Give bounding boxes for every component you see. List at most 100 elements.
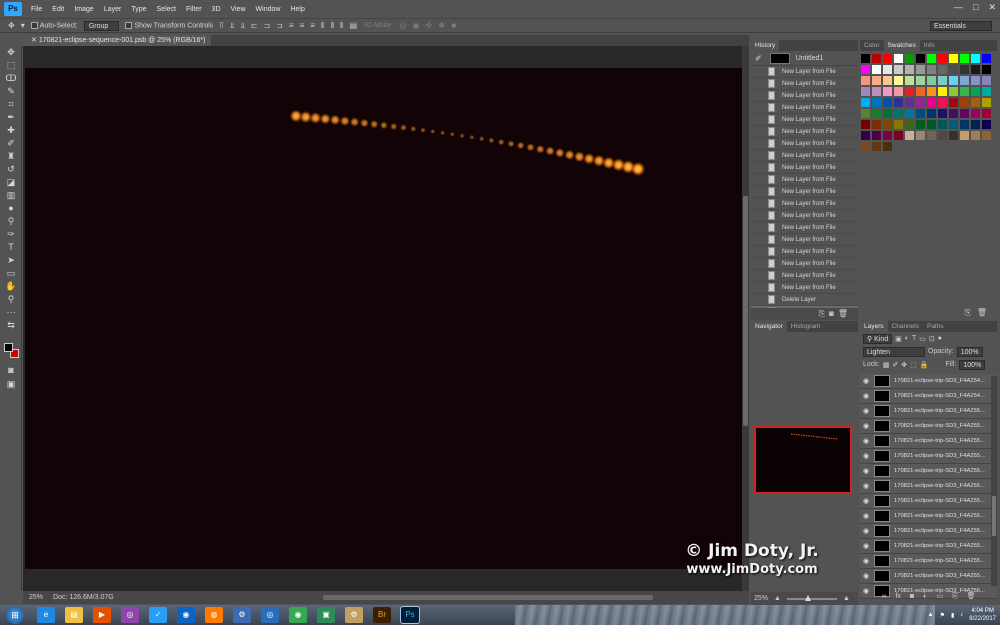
layers-scrollbar[interactable] [991, 376, 997, 586]
dodge-tool-icon[interactable]: ⚲ [0, 215, 22, 228]
color-swatch[interactable] [861, 76, 870, 85]
tab-histogram[interactable]: Histogram [787, 321, 825, 332]
menu-filter[interactable]: Filter [181, 6, 207, 13]
distribute-hcenter-icon[interactable]: ⦀ [331, 21, 335, 31]
document-canvas[interactable] [25, 68, 742, 569]
close-tab-icon[interactable]: ✕ [31, 37, 37, 44]
pen-tool-icon[interactable]: ✑ [0, 228, 22, 241]
history-state-checkbox[interactable] [754, 127, 762, 136]
layer-row[interactable]: ◉ 170821-eclipse-trip-SD3_F4A255... [860, 449, 997, 464]
trash-icon[interactable]: 🗑 [838, 309, 852, 318]
history-item[interactable]: New Layer from File [751, 90, 858, 102]
color-swatch[interactable] [949, 120, 958, 129]
color-swatch[interactable] [872, 109, 881, 118]
color-swatch[interactable] [982, 131, 991, 140]
screen-mode-icon[interactable]: ▣ [0, 378, 22, 391]
3d-drag-icon[interactable]: ✣ [425, 21, 432, 30]
vertical-scrollbar[interactable] [742, 46, 749, 591]
lock-transparency-icon[interactable]: ▦ [883, 361, 890, 369]
distribute-left-icon[interactable]: ⦀ [321, 21, 325, 31]
history-item[interactable]: Delete Layer [751, 294, 858, 306]
blend-mode-dropdown[interactable]: Lighten [863, 346, 925, 357]
filter-toggle-icon[interactable]: ● [938, 335, 942, 342]
move-tool-icon[interactable]: ✥ [0, 46, 22, 59]
close-button[interactable]: ✕ [988, 2, 996, 13]
color-swatch[interactable] [905, 131, 914, 140]
color-swatch[interactable] [960, 65, 969, 74]
menu-window[interactable]: Window [251, 6, 286, 13]
history-state-checkbox[interactable] [754, 271, 762, 280]
color-swatch[interactable] [982, 65, 991, 74]
tab-color[interactable]: Color [860, 40, 884, 51]
color-swatch[interactable] [938, 98, 947, 107]
taskbar-app-ie-icon[interactable]: e [37, 607, 55, 623]
color-swatch[interactable] [982, 76, 991, 85]
history-item[interactable]: New Layer from File [751, 102, 858, 114]
color-swatch[interactable] [960, 87, 969, 96]
3d-scale-icon[interactable]: ■ [451, 21, 456, 30]
taskbar-app-settings-icon[interactable]: ⚙ [345, 607, 363, 623]
layer-row[interactable]: ◉ 170821-eclipse-trip-SD3_F4A255... [860, 419, 997, 434]
zoom-in-icon[interactable]: ▲ [843, 595, 850, 602]
layer-row[interactable]: ◉ 170821-eclipse-trip-SD3_F4A255... [860, 539, 997, 554]
color-swatch[interactable] [872, 142, 881, 151]
history-state-checkbox[interactable] [754, 175, 762, 184]
history-brush-icon[interactable]: ↺ [0, 163, 22, 176]
color-swatch[interactable] [938, 65, 947, 74]
history-item[interactable]: New Layer from File [751, 246, 858, 258]
color-swatch[interactable] [861, 120, 870, 129]
color-swatch[interactable] [960, 109, 969, 118]
color-swatch[interactable] [938, 109, 947, 118]
color-swatch[interactable] [905, 98, 914, 107]
visibility-eye-icon[interactable]: ◉ [860, 482, 872, 490]
color-swatch[interactable] [872, 131, 881, 140]
color-swatch[interactable] [971, 98, 980, 107]
marquee-tool-icon[interactable]: ⬚ [0, 59, 22, 72]
clone-stamp-icon[interactable]: ♜ [0, 150, 22, 163]
color-swatch[interactable] [971, 109, 980, 118]
healing-brush-icon[interactable]: ✚ [0, 124, 22, 137]
brush-tool-icon[interactable]: ✐ [0, 137, 22, 150]
layer-row[interactable]: ◉ 170821-eclipse-trip-SD3_F4A254... [860, 374, 997, 389]
tab-layers[interactable]: Layers [860, 321, 888, 332]
opacity-field[interactable]: 100% [956, 346, 983, 357]
color-swatch[interactable] [883, 87, 892, 96]
color-swatch[interactable] [938, 87, 947, 96]
history-item[interactable]: New Layer from File [751, 210, 858, 222]
visibility-eye-icon[interactable]: ◉ [860, 437, 872, 445]
visibility-eye-icon[interactable]: ◉ [860, 512, 872, 520]
eraser-tool-icon[interactable]: ◪ [0, 176, 22, 189]
move-tool-icon[interactable]: ✥ [8, 21, 15, 30]
hand-tool-icon[interactable]: ✋ [0, 280, 22, 293]
history-state-checkbox[interactable] [754, 199, 762, 208]
layer-row[interactable]: ◉ 170821-eclipse-trip-SD3_F4A255... [860, 479, 997, 494]
transform-checkbox[interactable] [125, 21, 133, 29]
history-state-checkbox[interactable] [754, 163, 762, 172]
taskbar-app-monitor-icon[interactable]: ▣ [317, 607, 335, 623]
color-swatch[interactable] [905, 76, 914, 85]
more-tools-icon[interactable]: ⋯ [0, 306, 22, 319]
layer-row[interactable]: ◉ 170821-eclipse-trip-SD3_F4A255... [860, 404, 997, 419]
color-swatch[interactable] [927, 76, 936, 85]
visibility-eye-icon[interactable]: ◉ [860, 377, 872, 385]
zoom-slider[interactable] [786, 594, 837, 601]
history-state-checkbox[interactable] [754, 247, 762, 256]
zoom-tool-icon[interactable]: ⚲ [0, 293, 22, 306]
color-swatch[interactable] [905, 65, 914, 74]
history-item[interactable]: New Layer from File [751, 114, 858, 126]
history-state-checkbox[interactable] [754, 91, 762, 100]
history-state-checkbox[interactable] [754, 295, 762, 304]
color-swatch[interactable] [894, 98, 903, 107]
zoom-out-icon[interactable]: ▲ [774, 595, 781, 602]
volume-icon[interactable]: ♪ [960, 612, 963, 618]
navigator-zoom[interactable]: 25% [754, 595, 768, 602]
auto-select-checkbox[interactable] [30, 21, 38, 29]
history-item[interactable]: New Layer from File [751, 162, 858, 174]
transform-controls-toggle[interactable]: Show Transform Controls [125, 21, 213, 29]
adjustment-filter-icon[interactable]: ◐ [905, 335, 909, 342]
link-layers-icon[interactable]: ∞ [881, 591, 886, 603]
color-swatch[interactable] [894, 54, 903, 63]
color-swatch[interactable] [971, 87, 980, 96]
color-swatch[interactable] [883, 54, 892, 63]
history-state-checkbox[interactable] [754, 259, 762, 268]
